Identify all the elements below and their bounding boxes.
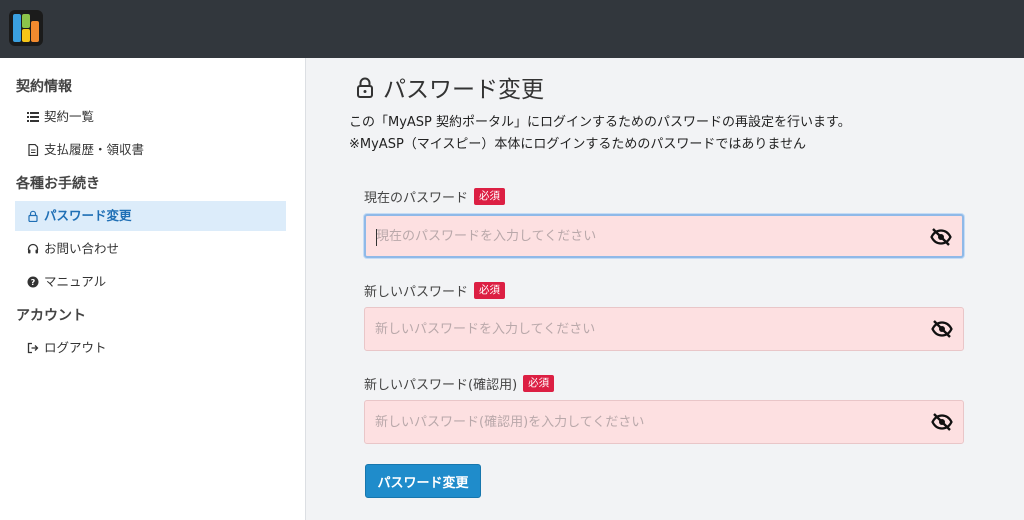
sidebar-item-label: 契約一覧 xyxy=(44,109,95,124)
confirm-password-label: 新しいパスワード(確認用) 必須 xyxy=(364,373,555,393)
sidebar-item-label: パスワード変更 xyxy=(44,208,132,223)
sidebar-item-label: お問い合わせ xyxy=(44,241,120,256)
eye-slash-icon[interactable] xyxy=(931,412,953,432)
confirm-password-input[interactable] xyxy=(375,401,915,443)
sidebar-item-logout[interactable]: ログアウト xyxy=(15,333,286,363)
text-caret xyxy=(376,229,377,246)
required-badge: 必須 xyxy=(474,187,506,205)
main-content: パスワード変更 この「MyASP 契約ポータル」にログインするためのパスワードの… xyxy=(307,58,1024,520)
eye-slash-icon[interactable] xyxy=(930,227,952,247)
sidebar-item-contract-list[interactable]: 契約一覧 xyxy=(15,102,286,132)
app-logo[interactable] xyxy=(8,9,44,47)
top-bar xyxy=(0,0,1024,58)
required-badge: 必須 xyxy=(474,281,506,299)
sidebar-item-contact[interactable]: お問い合わせ xyxy=(15,234,286,264)
lock-icon xyxy=(355,76,377,98)
question-icon: ? xyxy=(26,275,40,289)
sidebar-item-password-change[interactable]: パスワード変更 xyxy=(15,201,286,231)
headset-icon xyxy=(26,242,40,256)
current-password-label: 現在のパスワード 必須 xyxy=(364,186,506,206)
sidebar-item-manual[interactable]: ? マニュアル xyxy=(15,267,286,297)
sidebar-heading-contract: 契約情報 xyxy=(16,79,72,95)
logout-icon xyxy=(26,341,40,355)
sidebar-item-payment-history[interactable]: 支払履歴・領収書 xyxy=(15,135,286,165)
current-password-field xyxy=(364,214,964,258)
new-password-label: 新しいパスワード 必須 xyxy=(364,280,506,300)
document-icon xyxy=(26,143,40,157)
sidebar-item-label: ログアウト xyxy=(44,340,107,355)
password-change-button[interactable]: パスワード変更 xyxy=(365,464,481,498)
list-icon xyxy=(26,110,40,124)
sidebar-item-label: 支払履歴・領収書 xyxy=(44,142,145,157)
page-title-text: パスワード変更 xyxy=(383,77,544,103)
sidebar-heading-account: アカウント xyxy=(16,308,86,324)
sidebar: 契約情報 契約一覧 支払履歴・領収書 各種お手続き パスワード変更 お問い合わせ… xyxy=(0,58,306,520)
current-password-input[interactable] xyxy=(376,216,916,256)
field-label-text: 新しいパスワード xyxy=(364,284,469,300)
field-label-text: 現在のパスワード xyxy=(364,190,469,206)
confirm-password-field xyxy=(364,400,964,444)
svg-text:?: ? xyxy=(31,278,36,287)
sidebar-item-label: マニュアル xyxy=(44,274,107,289)
page-title: パスワード変更 xyxy=(355,72,544,103)
new-password-input[interactable] xyxy=(375,308,915,350)
lock-icon xyxy=(26,209,40,223)
description-line-1: この「MyASP 契約ポータル」にログインするためのパスワードの再設定を行います… xyxy=(349,115,851,130)
eye-slash-icon[interactable] xyxy=(931,319,953,339)
new-password-field xyxy=(364,307,964,351)
required-badge: 必須 xyxy=(523,374,555,392)
description-line-2: ※MyASP（マイスピー）本体にログインするためのパスワードではありません xyxy=(349,137,807,152)
sidebar-heading-procedures: 各種お手続き xyxy=(16,176,100,192)
field-label-text: 新しいパスワード(確認用) xyxy=(364,377,518,393)
